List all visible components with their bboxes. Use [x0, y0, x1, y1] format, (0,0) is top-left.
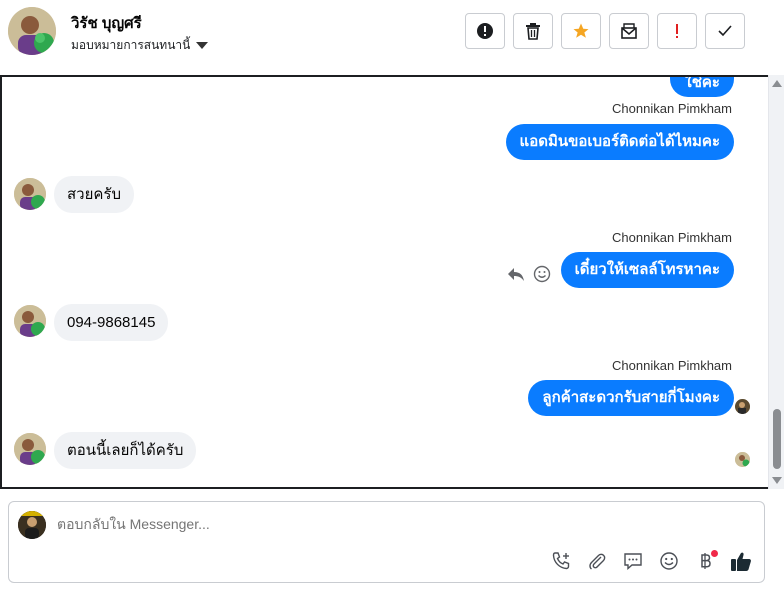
- contact-avatar-small[interactable]: [14, 178, 46, 210]
- scroll-thumb[interactable]: [773, 409, 781, 469]
- thumbs-up-icon[interactable]: [730, 550, 752, 572]
- baht-payment-icon[interactable]: [694, 550, 718, 572]
- page-avatar: [18, 511, 46, 539]
- star-button[interactable]: [561, 13, 601, 49]
- saved-replies-icon[interactable]: [622, 550, 644, 572]
- exclamation-icon: [676, 24, 678, 38]
- scroll-down-arrow-icon[interactable]: [772, 477, 782, 484]
- thread-scrollbar[interactable]: [768, 75, 784, 489]
- message-thread[interactable]: ใช่คะ Chonnikan Pimkham แอดมินขอเบอร์ติด…: [0, 75, 778, 489]
- incoming-message-bubble[interactable]: ตอนนี้เลยก็ได้ครับ: [54, 432, 197, 469]
- sender-name: Chonnikan Pimkham: [612, 230, 732, 245]
- contact-avatar[interactable]: [8, 7, 56, 55]
- outgoing-message-bubble[interactable]: ลูกค้าสะดวกรับสายกี่โมงคะ: [528, 380, 734, 416]
- done-button[interactable]: [705, 13, 745, 49]
- message-actions: [507, 265, 551, 283]
- check-icon: [718, 25, 732, 37]
- assign-label: มอบหมายการสนทนานี้: [71, 38, 191, 52]
- mark-unread-button[interactable]: [609, 13, 649, 49]
- follow-up-button[interactable]: [657, 13, 697, 49]
- scroll-up-arrow-icon[interactable]: [772, 80, 782, 87]
- incoming-message-bubble[interactable]: สวยครับ: [54, 176, 134, 213]
- notification-dot: [711, 550, 718, 557]
- spam-button[interactable]: [465, 13, 505, 49]
- seen-receipt-avatar: [735, 399, 750, 414]
- chevron-down-icon: [196, 42, 209, 49]
- sender-name: Chonnikan Pimkham: [612, 101, 732, 116]
- contact-name: วิรัช บุญศรี: [71, 15, 142, 32]
- incoming-message-bubble[interactable]: 094-9868145: [54, 304, 169, 341]
- outgoing-message-bubble[interactable]: ใช่คะ: [670, 77, 734, 97]
- reply-composer: [8, 501, 765, 583]
- composer-toolbar: [550, 550, 752, 572]
- sender-name: Chonnikan Pimkham: [612, 358, 732, 373]
- outgoing-message-bubble[interactable]: เดี๋ยวให้เซลล์โทรหาคะ: [560, 252, 734, 288]
- alert-circle-icon: [477, 23, 493, 39]
- delete-button[interactable]: [513, 13, 553, 49]
- attachment-icon[interactable]: [586, 550, 608, 572]
- conversation-header: วิรัช บุญศรี มอบหมายการสนทนานี้: [0, 0, 784, 75]
- assign-conversation-dropdown[interactable]: มอบหมายการสนทนานี้: [71, 36, 209, 55]
- call-add-icon[interactable]: [550, 550, 572, 572]
- header-actions: [465, 13, 745, 49]
- seen-receipt-avatar: [735, 452, 750, 467]
- envelope-icon: [621, 23, 637, 39]
- contact-avatar-small[interactable]: [14, 433, 46, 465]
- reply-icon[interactable]: [507, 266, 525, 282]
- star-icon: [573, 23, 589, 38]
- reply-input[interactable]: [57, 516, 557, 532]
- react-smiley-icon[interactable]: [533, 265, 551, 283]
- trash-icon: [526, 23, 540, 40]
- contact-avatar-small[interactable]: [14, 305, 46, 337]
- outgoing-message-bubble[interactable]: แอดมินขอเบอร์ติดต่อได้ไหมคะ: [505, 124, 734, 160]
- emoji-icon[interactable]: [658, 550, 680, 572]
